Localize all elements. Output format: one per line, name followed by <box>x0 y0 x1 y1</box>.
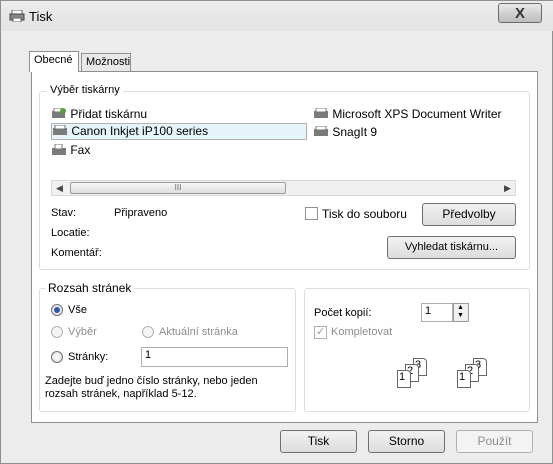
xps-printer-label: Microsoft XPS Document Writer <box>332 107 502 121</box>
fax-icon <box>51 143 67 156</box>
window-title: Tisk <box>29 9 53 24</box>
range-pages-radio[interactable] <box>51 351 63 363</box>
range-all-radio[interactable] <box>51 304 63 316</box>
range-selection-radio[interactable] <box>51 326 63 338</box>
range-pages-label: Stránky: <box>68 351 109 363</box>
location-label: Locatie: <box>51 227 90 239</box>
range-selection-label: Výběr <box>68 326 97 338</box>
tab-general[interactable]: Obecné <box>29 51 79 72</box>
printer-item-fax[interactable]: Fax <box>51 143 90 157</box>
close-button[interactable]: X <box>498 3 542 23</box>
collate-check-icon: ✓ <box>316 326 326 338</box>
scroll-right-icon[interactable]: ▶ <box>504 183 511 194</box>
range-all-label: Vše <box>68 304 87 316</box>
copies-input[interactable]: 1 <box>421 303 453 322</box>
status-label: Stav: <box>51 207 77 219</box>
scroll-left-icon[interactable]: ◀ <box>56 183 63 194</box>
scroll-thumb[interactable]: III <box>70 182 286 194</box>
collate-checkbox[interactable]: ✓ <box>314 326 327 339</box>
fax-label: Fax <box>70 143 91 157</box>
printer-item-xps[interactable]: Microsoft XPS Document Writer <box>313 107 502 121</box>
print-to-file-label: Tisk do souboru <box>322 207 407 221</box>
preferences-button[interactable]: Předvolby <box>422 203 516 226</box>
collate-digit-1b: 1 <box>459 371 466 383</box>
add-printer-item[interactable]: Přidat tiskárnu <box>51 107 147 121</box>
printer-icon <box>9 9 25 23</box>
print-dialog: Tisk X Obecné Možnosti Výběr tiskárny Př… <box>0 0 553 464</box>
spin-down-icon[interactable]: ▼ <box>457 312 464 319</box>
range-current-page-label: Aktuální stránka <box>159 326 238 338</box>
find-printer-button[interactable]: Vyhledat tiskárnu... <box>387 236 516 259</box>
range-current-page-radio[interactable] <box>142 326 154 338</box>
add-printer-label: Přidat tiskárnu <box>70 107 148 121</box>
xps-printer-icon <box>313 107 329 120</box>
canon-printer-icon <box>52 124 68 137</box>
copies-count-label: Počet kopií: <box>314 307 372 319</box>
printer-select-legend: Výběr tiskárny <box>47 84 123 96</box>
add-printer-icon <box>51 107 67 120</box>
print-to-file-checkbox[interactable] <box>305 207 318 220</box>
copies-spinner[interactable]: ▲ ▼ <box>453 303 469 322</box>
canon-printer-label: Canon Inkjet iP100 series <box>71 124 209 138</box>
printer-item-canon[interactable]: Canon Inkjet iP100 series <box>51 123 307 140</box>
snagit-printer-icon <box>313 125 329 138</box>
collate-illustration: 3 2 1 3 2 1 <box>397 358 517 398</box>
print-button[interactable]: Tisk <box>280 430 357 453</box>
apply-button[interactable]: Použít <box>456 430 533 453</box>
status-value: Připraveno <box>114 207 168 219</box>
comment-label: Komentář: <box>51 247 102 259</box>
tab-options[interactable]: Možnosti <box>81 53 131 72</box>
pages-input[interactable]: 1 <box>141 347 288 367</box>
collate-label: Kompletovat <box>331 326 393 338</box>
cancel-button[interactable]: Storno <box>368 430 445 453</box>
title-bar: Tisk X <box>1 1 553 31</box>
collate-digit-1a: 1 <box>399 371 406 383</box>
page-range-legend: Rozsah stránek <box>45 281 135 295</box>
printer-list-scrollbar[interactable]: ◀ III ▶ <box>51 180 516 196</box>
snagit-printer-label: SnagIt 9 <box>332 125 378 139</box>
page-range-hint: Zadejte buď jedno číslo stránky, nebo je… <box>45 375 258 400</box>
printer-item-snagit[interactable]: SnagIt 9 <box>313 125 377 139</box>
spin-up-icon[interactable]: ▲ <box>457 304 464 311</box>
